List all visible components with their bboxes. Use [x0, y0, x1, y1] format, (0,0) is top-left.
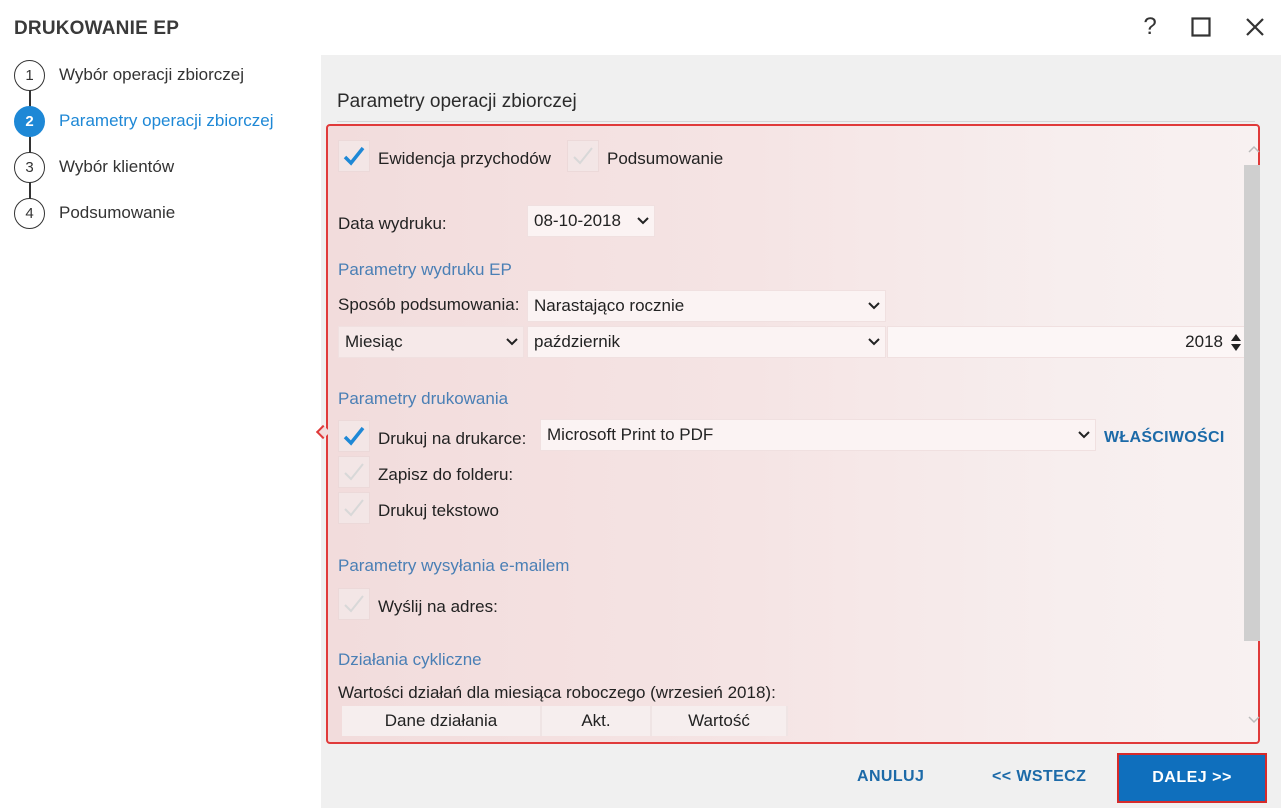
- podsumowanie-label: Podsumowanie: [607, 149, 724, 168]
- title-divider: [337, 121, 1255, 122]
- wizard-steps: 1 Wybór operacji zbiorczej 2 Parametry o…: [0, 55, 320, 808]
- month-select[interactable]: październik: [527, 326, 886, 358]
- scroll-up-button[interactable]: [1247, 143, 1261, 157]
- cancel-button[interactable]: ANULUJ: [857, 768, 924, 786]
- chevron-up-icon: [1248, 145, 1260, 153]
- step-label: Wybór operacji zbiorczej: [59, 65, 245, 84]
- print-text-checkbox[interactable]: [338, 492, 370, 524]
- cyclic-section-header: Działania cykliczne: [338, 650, 482, 669]
- help-button[interactable]: ?: [1135, 12, 1165, 42]
- email-section-header: Parametry wysyłania e-mailem: [338, 556, 570, 575]
- main-area: Parametry operacji zbiorczej Ewidencja p…: [321, 55, 1281, 808]
- checkmark-icon: [344, 463, 364, 481]
- page-title: Parametry operacji zbiorczej: [337, 91, 577, 112]
- step-3[interactable]: 3 Wybór klientów: [14, 151, 174, 183]
- chevron-down-icon: [863, 338, 885, 346]
- print-section-header: Parametry drukowania: [338, 389, 509, 408]
- grid-column-header[interactable]: Wartość: [652, 706, 788, 736]
- step-number: 1: [14, 59, 45, 91]
- step-label: Podsumowanie: [59, 203, 176, 222]
- step-label: Wybór klientów: [59, 157, 175, 176]
- printer-select[interactable]: Microsoft Print to PDF: [540, 419, 1096, 451]
- year-value: 2018: [1185, 332, 1223, 351]
- ewidencja-label: Ewidencja przychodów: [378, 149, 551, 168]
- podsumowanie-checkbox[interactable]: [567, 140, 599, 172]
- chevron-down-icon: [1073, 431, 1095, 439]
- help-icon: ?: [1143, 13, 1157, 40]
- summary-mode-value: Narastająco rocznie: [534, 296, 685, 315]
- printer-value: Microsoft Print to PDF: [547, 425, 714, 444]
- summary-mode-select[interactable]: Narastająco rocznie: [527, 290, 886, 322]
- scroll-down-button[interactable]: [1247, 712, 1261, 726]
- step-number: 2: [14, 105, 45, 137]
- checkmark-icon: [344, 499, 364, 517]
- print-date-label: Data wydruku:: [338, 214, 447, 233]
- chevron-down-icon: [632, 217, 654, 225]
- print-date-value: 08-10-2018: [534, 211, 621, 230]
- step-1[interactable]: 1 Wybór operacji zbiorczej: [14, 59, 244, 91]
- step-number: 4: [14, 197, 45, 229]
- ewidencja-checkbox[interactable]: [338, 140, 370, 172]
- save-to-folder-label: Zapisz do folderu:: [378, 465, 514, 484]
- close-button[interactable]: [1240, 12, 1270, 42]
- step-number: 3: [14, 151, 45, 183]
- print-on-printer-checkbox[interactable]: [338, 420, 370, 452]
- send-to-label: Wyślij na adres:: [378, 597, 498, 616]
- print-date-picker[interactable]: 08-10-2018: [527, 205, 655, 237]
- maximize-icon: [1191, 17, 1211, 37]
- send-to-checkbox[interactable]: [338, 588, 370, 620]
- parameters-panel: Ewidencja przychodów Podsumowanie Data w…: [326, 124, 1260, 744]
- summary-mode-label: Sposób podsumowania:: [338, 295, 520, 314]
- close-icon: [1246, 18, 1264, 36]
- window-title: DRUKOWANIE EP: [14, 18, 180, 39]
- checkmark-icon: [573, 147, 593, 165]
- scrollbar-thumb[interactable]: [1244, 165, 1260, 641]
- month-value: październik: [534, 332, 620, 351]
- spinner-arrows-icon[interactable]: [1231, 333, 1241, 351]
- checkmark-icon: [343, 426, 365, 446]
- step-4[interactable]: 4 Podsumowanie: [14, 197, 175, 229]
- next-button-label: DALEJ >>: [1152, 769, 1232, 786]
- period-type-select[interactable]: Miesiąc: [338, 326, 524, 358]
- maximize-button[interactable]: [1186, 12, 1216, 42]
- grid-column-header[interactable]: Akt.: [542, 706, 652, 736]
- cyclic-info-text: Wartości działań dla miesiąca roboczego …: [338, 683, 776, 702]
- ep-section-header: Parametry wydruku EP: [338, 260, 512, 279]
- checkmark-icon: [343, 146, 365, 166]
- next-button[interactable]: DALEJ >>: [1117, 753, 1267, 803]
- year-spinner[interactable]: 2018: [887, 326, 1246, 358]
- chevron-down-icon: [501, 338, 523, 346]
- grid-column-header[interactable]: Dane działania: [342, 706, 542, 736]
- save-to-folder-checkbox[interactable]: [338, 456, 370, 488]
- chevron-down-icon: [1248, 716, 1260, 724]
- period-type-value: Miesiąc: [345, 332, 403, 351]
- checkmark-icon: [344, 595, 364, 613]
- print-text-label: Drukuj tekstowo: [378, 501, 499, 520]
- printer-properties-button[interactable]: WŁAŚCIWOŚCI: [1104, 429, 1225, 447]
- back-button[interactable]: << WSTECZ: [992, 768, 1086, 786]
- print-on-printer-label: Drukuj na drukarce:: [378, 429, 527, 448]
- step-2[interactable]: 2 Parametry operacji zbiorczej: [14, 105, 273, 137]
- chevron-down-icon: [863, 302, 885, 310]
- step-label: Parametry operacji zbiorczej: [59, 111, 274, 130]
